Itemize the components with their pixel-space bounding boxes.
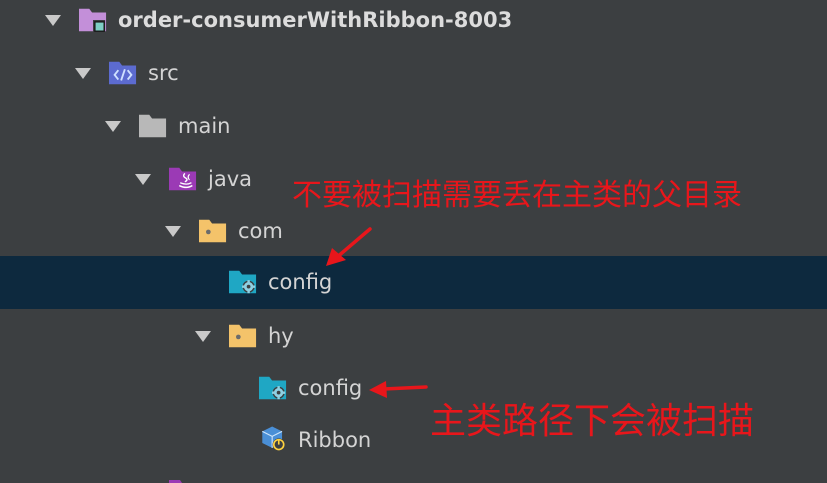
annotation-arrow-icon [326,227,372,266]
tree-label-hy-config: config [298,376,363,400]
tree-label-com-config: config [268,270,333,294]
expand-arrow-icon[interactable] [45,15,61,26]
expand-arrow-icon[interactable] [135,174,151,185]
tree-label-com: com [238,219,283,243]
tree-row-hy[interactable]: hy [0,310,827,363]
config-package-icon [259,376,287,400]
java-source-folder-icon [169,167,197,191]
tree-row-root[interactable]: order-consumerWithRibbon-8003 [0,0,827,47]
expand-arrow-icon[interactable] [105,121,121,132]
tree-label-hy: hy [268,324,294,348]
source-folder-icon [109,61,137,85]
expand-arrow-icon[interactable] [75,68,91,79]
tree-label-ribbon: Ribbon [298,428,372,452]
tree-row-main[interactable]: main [0,100,827,153]
tree-label-java: java [208,167,252,191]
expand-arrow-icon[interactable] [165,226,181,237]
module-folder-icon [79,8,107,33]
config-package-icon [229,270,257,294]
tree-row-src[interactable]: src [0,47,827,100]
spring-boot-class-icon [262,426,285,451]
tree-label-root: order-consumerWithRibbon-8003 [118,8,513,32]
tree-row-com-config[interactable]: config [0,256,827,309]
annotation-top: 不要被扫描需要丢在主类的父目录 [292,178,742,213]
package-icon [199,219,227,243]
folder-icon [139,114,167,138]
package-icon [229,324,257,348]
expand-arrow-icon[interactable] [195,331,211,342]
tree-label-src: src [148,61,179,85]
folder-icon [169,480,182,483]
annotation-bottom: 主类路径下会被扫描 [430,401,755,442]
annotation-arrow-icon [369,381,428,398]
tree-label-main: main [178,114,231,138]
